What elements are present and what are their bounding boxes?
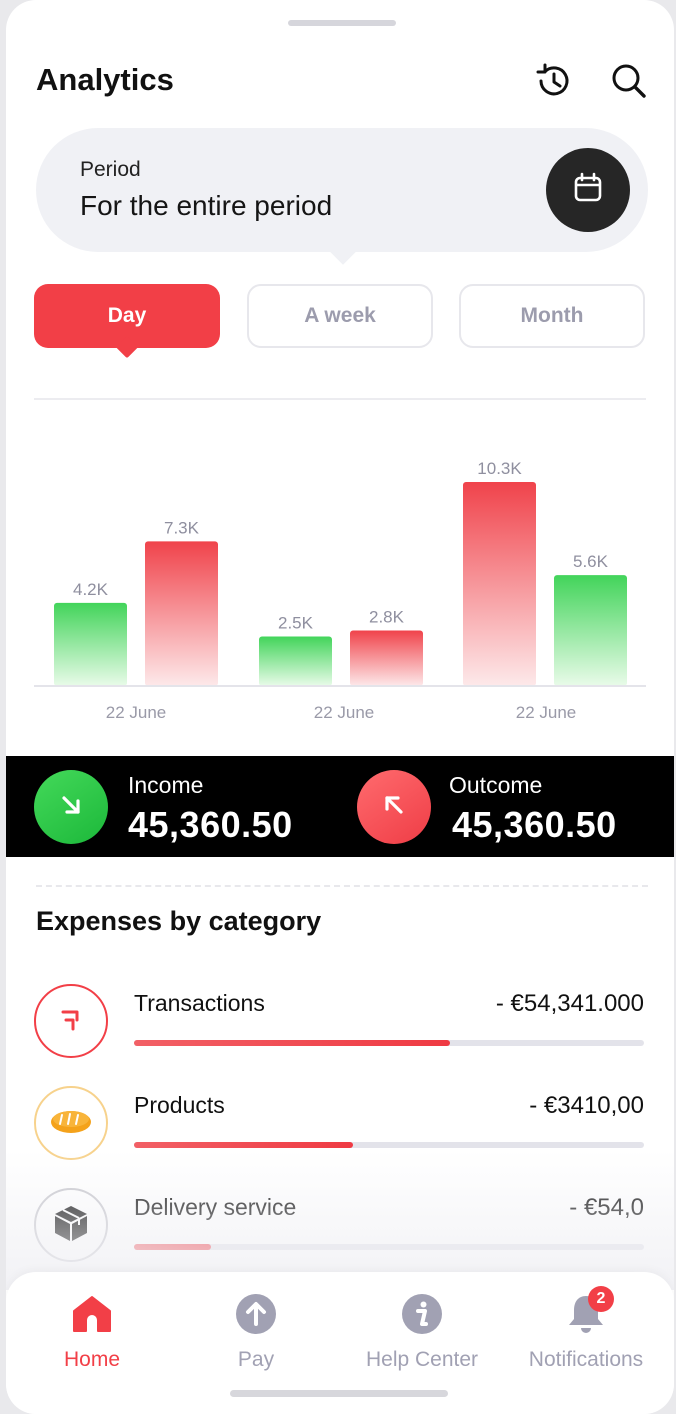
- nav-home-label: Home: [63, 1348, 121, 1371]
- outcome-label: Outcome: [449, 772, 543, 798]
- page-title: Analytics: [36, 62, 174, 97]
- nav-pay-label: Pay: [237, 1348, 275, 1371]
- nav-help-center[interactable]: Help Center: [342, 1292, 502, 1382]
- tab-week-label: A week: [304, 304, 376, 327]
- history-button[interactable]: [529, 59, 577, 107]
- category-icon-circle: [34, 984, 108, 1058]
- daily-bar-chart: 4.2K 2.5K 10.3K 7.3K 2.8K 5.6K 22 June 22 June 2…: [34, 459, 646, 722]
- calendar-icon: [571, 171, 605, 210]
- tab-month-label: Month: [520, 304, 584, 327]
- category-progress: [134, 1142, 644, 1148]
- chart-bar: [145, 541, 218, 686]
- divider: [34, 398, 646, 400]
- tab-day-pointer: [115, 335, 139, 359]
- nav-pay[interactable]: Pay: [176, 1292, 336, 1382]
- income-value: 45,360.50: [128, 804, 293, 845]
- package-icon: [51, 1203, 91, 1248]
- tab-day[interactable]: Day: [34, 284, 220, 359]
- chart-data-label: 7.3K: [164, 518, 200, 537]
- tab-week[interactable]: A week: [247, 284, 433, 348]
- category-name: Products: [134, 1092, 225, 1118]
- sheet-grabber[interactable]: [288, 20, 396, 26]
- category-icon-circle: [34, 1086, 108, 1160]
- chart-category-label: 22 June: [106, 703, 167, 722]
- income-indicator: [34, 770, 108, 844]
- category-amount: - €54,0: [569, 1194, 644, 1221]
- period-value: For the entire period: [80, 190, 333, 221]
- category-icon-circle: [34, 1188, 108, 1262]
- chart-data-label: 2.5K: [278, 613, 314, 632]
- progress-fill: [134, 1244, 211, 1250]
- pay-icon: [234, 1292, 278, 1336]
- chart-category-label: 22 June: [516, 703, 577, 722]
- nav-notifications[interactable]: 2 Notifications: [506, 1286, 666, 1382]
- category-progress: [134, 1040, 644, 1046]
- arrow-up-left-icon: [379, 790, 409, 825]
- chart-bar: [463, 482, 536, 686]
- category-progress: [134, 1244, 644, 1250]
- tab-month[interactable]: Month: [459, 284, 645, 348]
- expenses-title: Expenses by category: [36, 906, 322, 936]
- notification-badge: 2: [588, 1286, 614, 1312]
- analytics-screen: Analytics Period For the entire period D…: [6, 0, 674, 1414]
- category-transactions[interactable]: Transactions - €54,341.000: [6, 984, 674, 1064]
- chart-bar: [554, 575, 627, 686]
- chart-bar: [350, 630, 423, 686]
- income-outcome-summary: Income 45,360.50 Outcome 45,360.50: [6, 756, 674, 857]
- bottom-nav: Home Pay Help Center 2 Notifications: [6, 1272, 674, 1414]
- info-icon: [400, 1292, 444, 1336]
- nav-home[interactable]: Home: [12, 1292, 172, 1382]
- progress-fill: [134, 1142, 354, 1148]
- category-delivery-service[interactable]: Delivery service - €54,0: [6, 1188, 674, 1268]
- section-divider: [36, 885, 648, 887]
- progress-fill: [134, 1040, 451, 1046]
- period-pointer: [330, 239, 356, 265]
- period-selector[interactable]: Period For the entire period: [36, 128, 648, 265]
- calendar-button[interactable]: [546, 148, 630, 232]
- transfer-arrows-icon: [55, 1003, 87, 1040]
- home-indicator: [230, 1390, 448, 1397]
- search-button[interactable]: [605, 59, 653, 107]
- nav-notifications-label: Notifications: [528, 1348, 644, 1371]
- category-amount: - €3410,00: [529, 1092, 644, 1119]
- chart-bar: [54, 602, 127, 686]
- bread-icon: [49, 1106, 93, 1141]
- category-products[interactable]: Products - €3410,00: [6, 1086, 674, 1166]
- income-label: Income: [128, 772, 204, 798]
- chart-data-label: 2.8K: [369, 608, 405, 627]
- outcome-indicator: [357, 770, 431, 844]
- search-icon: [609, 61, 649, 106]
- nav-help-center-label: Help Center: [365, 1348, 479, 1371]
- outcome-value: 45,360.50: [452, 804, 617, 845]
- category-name: Delivery service: [134, 1194, 297, 1220]
- history-icon: [532, 60, 574, 107]
- period-label: Period: [80, 158, 141, 181]
- home-icon: [70, 1292, 114, 1336]
- chart-data-label: 4.2K: [73, 580, 109, 599]
- category-amount: - €54,341.000: [495, 990, 644, 1017]
- chart-category-label: 22 June: [314, 703, 375, 722]
- chart-data-label: 5.6K: [573, 552, 609, 571]
- chart-data-label: 10.3K: [477, 459, 522, 478]
- category-name: Transactions: [134, 990, 265, 1016]
- tab-day-label: Day: [107, 304, 147, 327]
- chart-bar: [259, 636, 332, 686]
- arrow-down-right-icon: [56, 790, 86, 825]
